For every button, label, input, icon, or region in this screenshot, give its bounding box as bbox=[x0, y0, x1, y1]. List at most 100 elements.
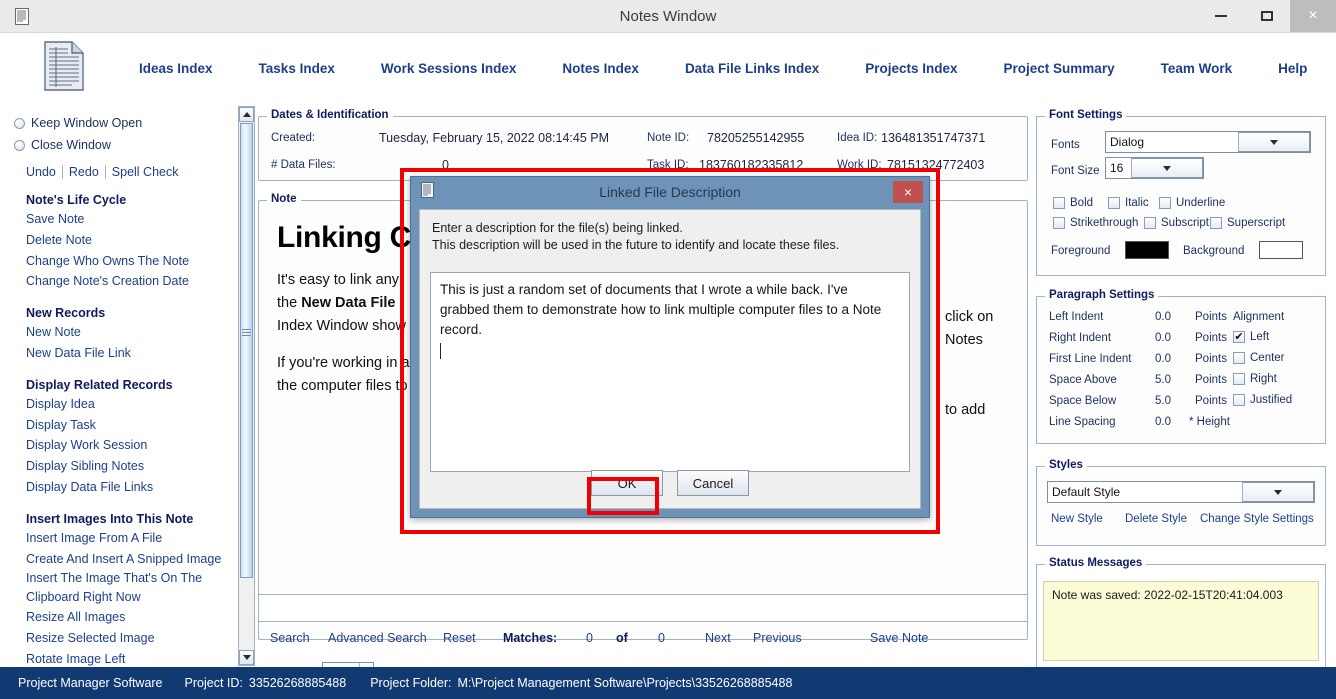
reset-link[interactable]: Reset bbox=[443, 631, 476, 645]
checkbox-superscript[interactable]: Superscript bbox=[1210, 217, 1285, 229]
checkbox-underline[interactable]: Underline bbox=[1159, 197, 1225, 209]
left-indent-value[interactable]: 0.0 bbox=[1155, 311, 1171, 323]
fonts-select[interactable]: Dialog bbox=[1105, 131, 1311, 153]
search-link[interactable]: Search bbox=[270, 631, 310, 645]
dialog-titlebar: Linked File Description × bbox=[411, 177, 929, 207]
created-value: Tuesday, February 15, 2022 08:14:45 PM bbox=[379, 131, 609, 145]
font-size-select[interactable]: 16 bbox=[1105, 157, 1204, 179]
sidebar-item-save-note[interactable]: Save Note bbox=[0, 209, 232, 230]
cancel-button[interactable]: Cancel bbox=[677, 470, 749, 496]
statusbar-project-folder-label: Project Folder: bbox=[370, 676, 452, 690]
alignment-center[interactable]: Center bbox=[1233, 352, 1285, 364]
redo-link[interactable]: Redo bbox=[69, 165, 99, 179]
sidebar-item-delete-note[interactable]: Delete Note bbox=[0, 230, 232, 251]
radio-keep-window-open[interactable]: Keep Window Open bbox=[0, 112, 232, 134]
delete-style-link[interactable]: Delete Style bbox=[1125, 513, 1187, 525]
sidebar-item-display-work-session[interactable]: Display Work Session bbox=[0, 435, 232, 456]
sidebar-heading-display-related-records: Display Related Records bbox=[26, 377, 173, 392]
maximize-icon bbox=[1261, 11, 1273, 21]
advanced-search-link[interactable]: Advanced Search bbox=[328, 631, 427, 645]
note-id-label: Note ID: bbox=[647, 132, 690, 144]
nav-label: Team Work bbox=[1160, 61, 1233, 76]
nav-item-work-sessions-index[interactable]: Work Sessions Index bbox=[381, 61, 517, 76]
space-above-value[interactable]: 5.0 bbox=[1155, 374, 1171, 386]
sidebar-item-create-snipped-image[interactable]: Create And Insert A Snipped Image bbox=[0, 549, 232, 570]
save-note-link[interactable]: Save Note bbox=[870, 631, 928, 645]
background-color-swatch[interactable] bbox=[1259, 241, 1303, 259]
sidebar-item-display-data-file-links[interactable]: Display Data File Links bbox=[0, 477, 232, 498]
dialog-close-button[interactable]: × bbox=[893, 181, 923, 203]
sidebar-item-display-sibling-notes[interactable]: Display Sibling Notes bbox=[0, 456, 232, 477]
nav-item-ideas-index[interactable]: Ideas Index bbox=[139, 61, 213, 76]
spell-check-link[interactable]: Spell Check bbox=[112, 165, 179, 179]
ok-button[interactable]: OK bbox=[591, 470, 663, 496]
sidebar-item-rotate-image-left[interactable]: Rotate Image Left bbox=[0, 649, 232, 668]
radio-close-window[interactable]: Close Window bbox=[0, 134, 232, 156]
chevron-down-icon[interactable] bbox=[1131, 158, 1203, 178]
new-style-link[interactable]: New Style bbox=[1051, 513, 1103, 525]
undo-link[interactable]: Undo bbox=[26, 165, 56, 179]
nav-label: Notes Index bbox=[562, 61, 639, 76]
sidebar-item-insert-image-from-file[interactable]: Insert Image From A File bbox=[0, 528, 232, 549]
nav-item-help[interactable]: Help bbox=[1278, 61, 1307, 76]
scroll-up-arrow-icon[interactable] bbox=[239, 107, 254, 122]
space-below-value[interactable]: 5.0 bbox=[1155, 395, 1171, 407]
maximize-button[interactable] bbox=[1244, 0, 1290, 32]
previous-link[interactable]: Previous bbox=[753, 631, 802, 645]
alignment-right[interactable]: Right bbox=[1233, 373, 1277, 385]
nav-item-team-work[interactable]: Team Work bbox=[1161, 61, 1233, 76]
sidebar-item-display-task[interactable]: Display Task bbox=[0, 415, 232, 436]
nav-item-project-summary[interactable]: Project Summary bbox=[1004, 61, 1115, 76]
checkbox-strikethrough[interactable]: Strikethrough bbox=[1053, 217, 1138, 229]
sidebar-item-resize-all-images[interactable]: Resize All Images bbox=[0, 607, 232, 628]
radio-icon bbox=[14, 117, 25, 129]
note-fragment-to-add: to add bbox=[945, 402, 986, 418]
edit-actions-row: Undo Redo Spell Check bbox=[0, 165, 232, 179]
line-spacing-value[interactable]: 0.0 bbox=[1155, 416, 1171, 428]
sidebar-scrollbar[interactable] bbox=[238, 106, 255, 666]
radio-icon bbox=[14, 139, 25, 151]
alignment-left[interactable]: ✔ Left bbox=[1233, 331, 1269, 343]
style-select[interactable]: Default Style bbox=[1047, 481, 1315, 503]
radio-label: Keep Window Open bbox=[31, 116, 143, 130]
change-style-settings-link[interactable]: Change Style Settings bbox=[1200, 513, 1314, 525]
chevron-down-icon[interactable] bbox=[1238, 132, 1310, 152]
close-button[interactable]: × bbox=[1290, 0, 1336, 32]
status-messages-group: Status Messages Note was saved: 2022-02-… bbox=[1036, 557, 1326, 668]
checkbox-icon bbox=[1233, 394, 1245, 406]
nav-label: Work Sessions Index bbox=[380, 61, 517, 76]
sidebar-item-display-idea[interactable]: Display Idea bbox=[0, 394, 232, 415]
total-count: 0 bbox=[658, 631, 665, 645]
of-label: of bbox=[616, 631, 628, 645]
sidebar-item-change-creation-date[interactable]: Change Note's Creation Date bbox=[0, 271, 232, 292]
statusbar-project-id-label: Project ID: bbox=[184, 676, 243, 690]
created-label: Created: bbox=[271, 132, 316, 144]
search-input[interactable] bbox=[258, 594, 1028, 622]
checkbox-label: Left bbox=[1250, 331, 1270, 343]
checkbox-bold[interactable]: Bold bbox=[1053, 197, 1093, 209]
chevron-down-icon[interactable] bbox=[1242, 482, 1314, 502]
nav-item-data-file-links-index[interactable]: Data File Links Index bbox=[685, 61, 819, 76]
foreground-color-swatch[interactable] bbox=[1125, 241, 1169, 259]
work-id-label: Work ID: bbox=[837, 159, 882, 171]
first-line-indent-value[interactable]: 0.0 bbox=[1155, 353, 1171, 365]
nav-label: Tasks Index bbox=[258, 61, 335, 76]
right-indent-value[interactable]: 0.0 bbox=[1155, 332, 1171, 344]
nav-item-tasks-index[interactable]: Tasks Index bbox=[259, 61, 335, 76]
checkbox-subscript[interactable]: Subscript bbox=[1144, 217, 1209, 229]
next-link[interactable]: Next bbox=[705, 631, 731, 645]
minimize-button[interactable] bbox=[1198, 0, 1244, 32]
checkbox-italic[interactable]: Italic bbox=[1108, 197, 1149, 209]
scroll-down-arrow-icon[interactable] bbox=[239, 650, 254, 665]
sidebar-item-resize-selected-image[interactable]: Resize Selected Image bbox=[0, 628, 232, 649]
idea-id-label: Idea ID: bbox=[837, 132, 878, 144]
description-textarea[interactable]: This is just a random set of documents t… bbox=[430, 272, 910, 472]
sidebar-item-insert-clipboard-image[interactable]: Insert The Image That's On The Clipboard… bbox=[0, 569, 232, 607]
scrollbar-thumb[interactable] bbox=[240, 123, 253, 578]
nav-item-projects-index[interactable]: Projects Index bbox=[865, 61, 957, 76]
sidebar-item-change-owner[interactable]: Change Who Owns The Note bbox=[0, 251, 232, 272]
sidebar-item-new-data-file-link[interactable]: New Data File Link bbox=[0, 343, 232, 364]
alignment-justified[interactable]: Justified bbox=[1233, 394, 1292, 406]
sidebar-item-new-note[interactable]: New Note bbox=[0, 322, 232, 343]
nav-item-notes-index[interactable]: Notes Index bbox=[562, 61, 639, 76]
